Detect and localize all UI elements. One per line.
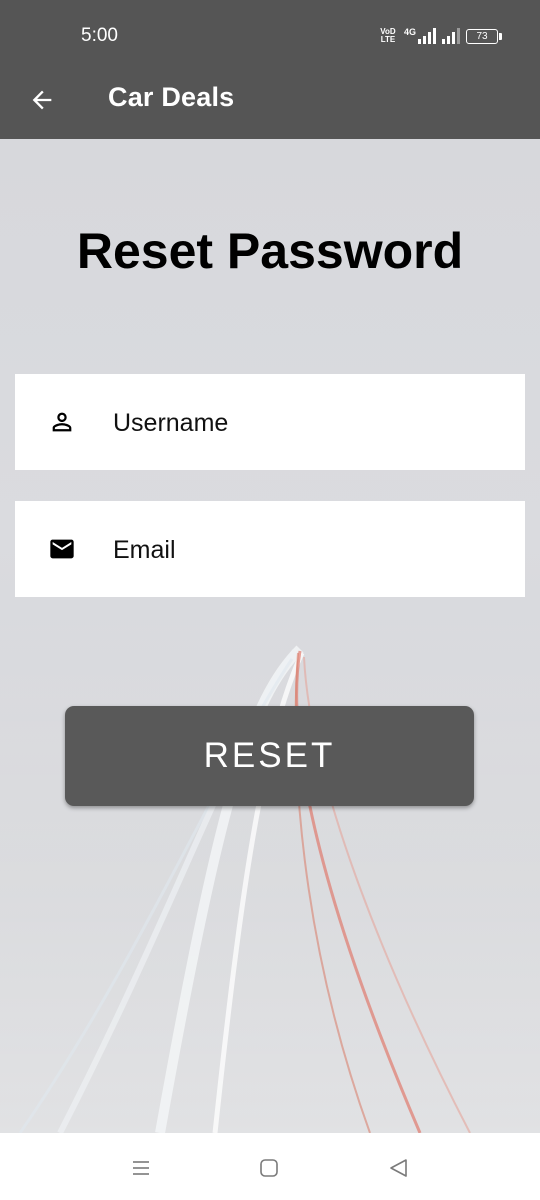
email-input[interactable] (111, 529, 505, 571)
volte-icon: VoD LTE (380, 27, 396, 44)
menu-icon (133, 1161, 149, 1175)
battery-icon: 73 (466, 28, 502, 44)
nav-back-button[interactable] (383, 1153, 413, 1183)
signal-icon-sim1 (418, 28, 436, 44)
screen: 5:00 VoD LTE 4G 73 Car Deals Reset Passwo… (0, 0, 540, 1200)
page-title: Reset Password (76, 223, 464, 279)
username-field[interactable] (15, 374, 525, 470)
back-button[interactable] (22, 80, 62, 120)
mail-icon (50, 539, 74, 559)
app-title: Car Deals (108, 82, 235, 112)
reset-button[interactable]: RESET (65, 706, 474, 806)
back-triangle-icon (390, 1159, 407, 1177)
background-image (0, 139, 540, 1133)
app-bar: Car Deals (0, 70, 540, 139)
arrow-back-icon (32, 90, 52, 110)
username-input[interactable] (111, 402, 505, 444)
network-type-label: 4G (403, 27, 416, 37)
status-bar: 5:00 VoD LTE 4G 73 (0, 0, 540, 70)
status-icons: VoD LTE 4G 73 (378, 24, 502, 48)
home-square-icon (260, 1159, 278, 1177)
email-field[interactable] (15, 501, 525, 597)
signal-icon-sim2 (442, 28, 460, 44)
nav-recents-button[interactable] (126, 1153, 156, 1183)
person-icon (52, 412, 72, 432)
nav-home-button[interactable] (254, 1153, 284, 1183)
system-nav-bar (0, 1133, 540, 1200)
status-time: 5:00 (81, 25, 118, 46)
